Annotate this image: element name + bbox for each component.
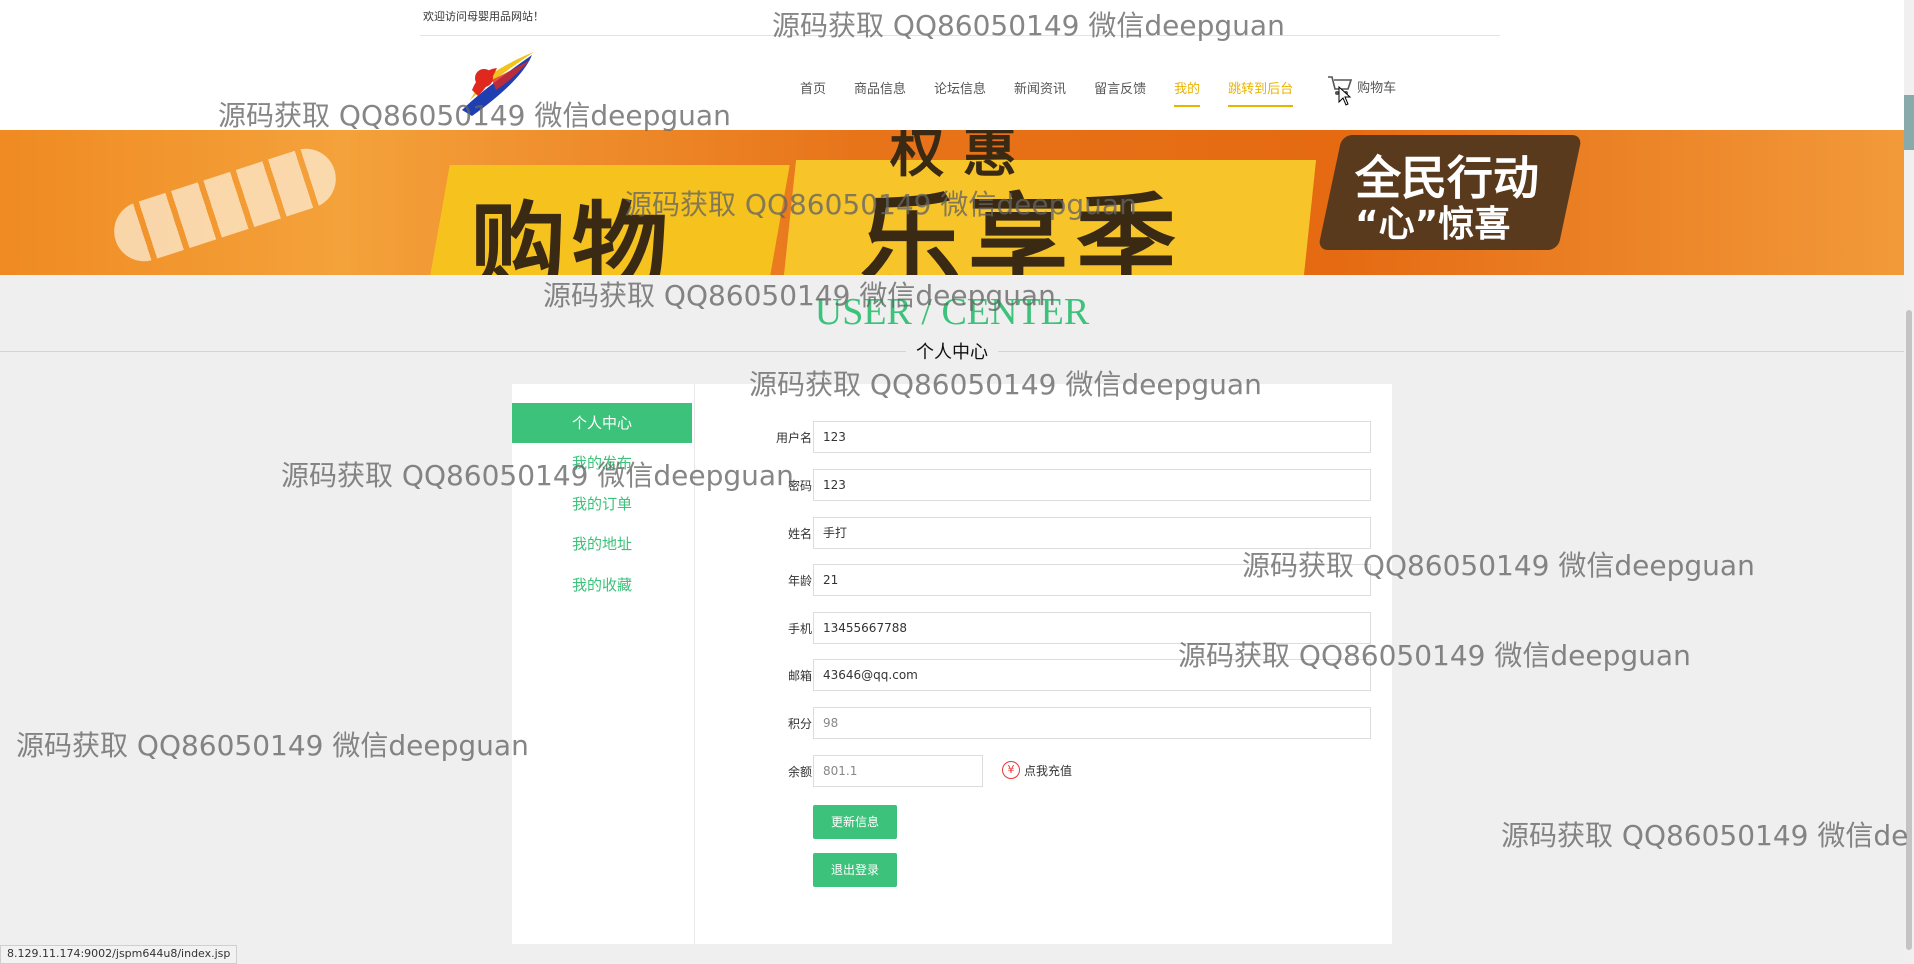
nav-feedback[interactable]: 留言反馈 <box>1094 78 1146 105</box>
username-label: 用户名 <box>775 431 812 445</box>
age-input[interactable]: 21 <box>813 564 1371 596</box>
watermark: 源码获取 QQ86050149 微信de <box>1501 819 1909 852</box>
page-title: 个人中心 <box>906 342 998 363</box>
banner-text: 购物 <box>470 192 674 275</box>
phone-input[interactable]: 13455667788 <box>813 612 1371 644</box>
scrollbar-indicator <box>1904 95 1914 150</box>
password-label: 密码 <box>787 479 812 493</box>
form-row-name: 姓名 手打 <box>712 517 1372 551</box>
name-label: 姓名 <box>787 527 812 541</box>
recharge-label: 点我充值 <box>1024 763 1073 778</box>
site-logo[interactable] <box>452 50 542 118</box>
form-row-email: 邮箱 43646@qq.com <box>712 659 1372 693</box>
user-center-panel: 个人中心 我的发布 我的订单 我的地址 我的收藏 用户名 123 密码 123 … <box>512 384 1392 944</box>
cart-label: 购物车 <box>1357 80 1397 96</box>
welcome-text: 欢迎访问母婴用品网站！ <box>423 10 544 23</box>
watermark: 源码获取 QQ86050149 微信deepguan <box>16 729 529 762</box>
sidebar-item-favorites[interactable]: 我的收藏 <box>512 565 692 605</box>
nav-mine[interactable]: 我的 <box>1174 78 1201 107</box>
email-label: 邮箱 <box>787 669 812 683</box>
banner-text: “心”惊喜 <box>1355 204 1511 245</box>
section-title-en: USER / CENTER <box>814 291 1090 333</box>
points-input: 98 <box>813 707 1371 739</box>
balance-label: 余额 <box>787 765 812 779</box>
balance-input: 801.1 <box>813 755 983 787</box>
form-row-phone: 手机 13455667788 <box>712 612 1372 646</box>
username-input[interactable]: 123 <box>813 421 1371 453</box>
nav-news[interactable]: 新闻资讯 <box>1014 78 1066 105</box>
sidebar-item-profile[interactable]: 个人中心 <box>512 403 692 443</box>
main-nav: 首页 商品信息 论坛信息 新闻资讯 留言反馈 我的 跳转到后台 购物车 <box>800 76 1397 108</box>
yen-icon: ¥ <box>1002 761 1020 779</box>
nav-products[interactable]: 商品信息 <box>854 78 906 105</box>
form-row-balance: 余额 801.1 ¥ 点我充值 <box>712 755 1372 789</box>
header-divider <box>420 35 1500 36</box>
form-row-points: 积分 98 <box>712 707 1372 741</box>
phone-label: 手机 <box>787 622 812 636</box>
sidebar-item-posts[interactable]: 我的发布 <box>512 443 692 483</box>
email-input[interactable]: 43646@qq.com <box>813 659 1371 691</box>
sidebar-item-address[interactable]: 我的地址 <box>512 524 692 564</box>
promo-banner[interactable]: 权 惠 购物 乐享季 全民行动 “心”惊喜 <box>0 130 1904 275</box>
logout-button[interactable]: 退出登录 <box>813 853 897 887</box>
name-input[interactable]: 手打 <box>813 517 1371 549</box>
form-row-password: 密码 123 <box>712 469 1372 503</box>
site-header: 欢迎访问母婴用品网站！ 首页 商品信息 论坛信息 新闻资讯 留言反馈 我的 跳转… <box>0 0 1914 130</box>
sidebar: 个人中心 我的发布 我的订单 我的地址 我的收藏 <box>512 384 695 944</box>
form-row-username: 用户名 123 <box>712 421 1372 455</box>
points-label: 积分 <box>787 717 812 731</box>
banner-decoration <box>106 140 344 270</box>
mouse-cursor-icon <box>1338 86 1352 106</box>
section-title-cn: 个人中心 <box>0 338 1904 364</box>
sidebar-item-orders[interactable]: 我的订单 <box>512 484 692 524</box>
recharge-link[interactable]: ¥ 点我充值 <box>1002 761 1072 779</box>
banner-text: 乐享季 <box>860 183 1184 275</box>
form-row-age: 年龄 21 <box>712 564 1372 598</box>
password-input[interactable]: 123 <box>813 469 1371 501</box>
update-info-button[interactable]: 更新信息 <box>813 805 897 839</box>
nav-admin[interactable]: 跳转到后台 <box>1228 78 1294 107</box>
scrollbar-thumb[interactable] <box>1906 310 1912 950</box>
browser-status-url: 8.129.11.174:9002/jspm644u8/index.jsp <box>0 945 238 964</box>
nav-home[interactable]: 首页 <box>800 78 826 105</box>
nav-forum[interactable]: 论坛信息 <box>934 78 986 105</box>
age-label: 年龄 <box>787 574 812 588</box>
